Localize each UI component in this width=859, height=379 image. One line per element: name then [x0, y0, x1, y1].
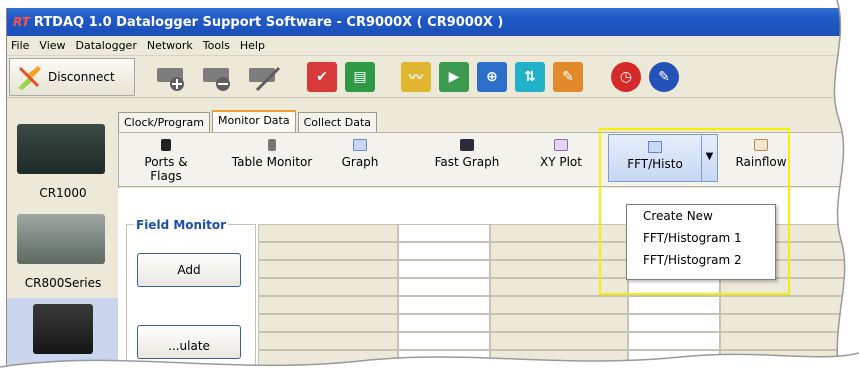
flags-icon [161, 139, 171, 151]
grid-cell[interactable] [720, 350, 858, 368]
grid-row [258, 314, 858, 332]
station-label: CR800Series [24, 276, 102, 290]
check-program-icon[interactable]: ✔ [307, 61, 337, 92]
menu-bar: File View Datalogger Network Tools Help [7, 36, 859, 56]
main-toolbar: Disconnect ✔ ▤ 〰 ▶ ⊕ ⇅ ✎ ◷ ✎ [7, 56, 859, 98]
search-add-icon[interactable]: ⊕ [477, 61, 507, 92]
grid-row [258, 350, 858, 368]
grid-cell[interactable] [398, 278, 490, 296]
grid-cell[interactable] [398, 314, 490, 332]
fast-graph-icon [460, 139, 474, 151]
grid-cell[interactable] [720, 296, 858, 314]
grid-cell[interactable] [258, 260, 398, 278]
run-graph-icon[interactable]: ▶ [439, 61, 469, 92]
xy-plot-icon [554, 139, 568, 151]
grid-cell[interactable] [398, 296, 490, 314]
grid-cell[interactable] [628, 314, 720, 332]
app-logo-icon: RT [13, 15, 30, 29]
grid-cell[interactable] [258, 278, 398, 296]
field-monitor-title: Field Monitor [134, 218, 229, 232]
grid-cell[interactable] [258, 296, 398, 314]
cr800-device-icon [17, 214, 105, 264]
grid-cell[interactable] [258, 332, 398, 350]
edit-tool-icon[interactable]: ✎ [553, 61, 583, 92]
menu-network[interactable]: Network [147, 39, 193, 52]
station-cr9000x[interactable] [7, 298, 118, 379]
station-sidebar: CR1000 CR800Series [7, 118, 119, 379]
cr9000x-device-icon [33, 304, 93, 354]
grid-cell[interactable] [628, 332, 720, 350]
add-station-icon[interactable] [155, 62, 191, 92]
disconnect-label: Disconnect [48, 69, 115, 84]
clock-icon[interactable]: ◷ [611, 61, 641, 92]
graph-view-icon[interactable]: 〰 [401, 61, 431, 92]
menu-view[interactable]: View [39, 39, 65, 52]
grid-cell[interactable] [628, 296, 720, 314]
fast-graph-label: Fast Graph [434, 155, 500, 169]
station-cr1000[interactable]: CR1000 [7, 118, 118, 208]
grid-cell[interactable] [720, 314, 858, 332]
ports-flags-button[interactable]: Ports & Flags [127, 139, 205, 183]
view-tabs: Clock/Program Monitor Data Collect Data [118, 110, 379, 132]
menu-file[interactable]: File [11, 39, 29, 52]
grid-cell[interactable] [398, 350, 490, 368]
grid-cell[interactable] [490, 296, 628, 314]
xy-plot-button[interactable]: XY Plot [531, 139, 591, 169]
menu-item-fft-histogram-2[interactable]: FFT/Histogram 2 [627, 249, 775, 271]
grid-cell[interactable] [490, 314, 628, 332]
tab-collect-data[interactable]: Collect Data [297, 112, 378, 132]
table-monitor-button[interactable]: Table Monitor [227, 139, 317, 169]
station-cr800series[interactable]: CR800Series [7, 208, 118, 298]
add-button[interactable]: Add [137, 253, 241, 287]
grid-cell[interactable] [398, 242, 490, 260]
grid-cell[interactable] [258, 314, 398, 332]
grid-cell[interactable] [720, 332, 858, 350]
ports-flags-label: Ports & Flags [144, 155, 188, 183]
grid-cell[interactable] [490, 350, 628, 368]
grid-cell[interactable] [398, 332, 490, 350]
graph-button[interactable]: Graph [333, 139, 387, 169]
remove-station-icon[interactable] [201, 62, 237, 92]
pen-icon[interactable]: ✎ [649, 61, 679, 92]
fast-graph-button[interactable]: Fast Graph [427, 139, 507, 169]
grid-cell[interactable] [628, 350, 720, 368]
tab-clock-program[interactable]: Clock/Program [118, 112, 211, 132]
table-monitor-label: Table Monitor [231, 155, 313, 169]
grid-cell[interactable] [490, 332, 628, 350]
tab-monitor-data[interactable]: Monitor Data [212, 110, 296, 132]
xy-plot-label: XY Plot [540, 155, 582, 169]
grid-cell[interactable] [258, 350, 398, 368]
menu-datalogger[interactable]: Datalogger [76, 39, 137, 52]
graph-label: Graph [341, 155, 379, 169]
fft-histo-dropdown-menu: Create New FFT/Histogram 1 FFT/Histogram… [626, 204, 776, 280]
disconnect-plug-icon [18, 65, 41, 90]
menu-help[interactable]: Help [240, 39, 265, 52]
cr1000-device-icon [17, 124, 105, 174]
disconnect-button[interactable]: Disconnect [9, 57, 135, 96]
window-title: RTDAQ 1.0 Datalogger Support Software - … [33, 14, 504, 30]
menu-item-fft-histogram-1[interactable]: FFT/Histogram 1 [627, 227, 775, 249]
calculate-button[interactable]: ...ulate [137, 325, 241, 359]
table-icon [268, 139, 276, 151]
network-icon[interactable]: ⇅ [515, 61, 545, 92]
grid-cell[interactable] [398, 224, 490, 242]
menu-item-create-new[interactable]: Create New [627, 205, 775, 227]
grid-row [258, 332, 858, 350]
clipboard-icon[interactable]: ▤ [345, 61, 375, 92]
station-label: CR1000 [39, 186, 87, 200]
grid-row [258, 296, 858, 314]
edit-station-icon[interactable] [247, 62, 283, 92]
menu-tools[interactable]: Tools [203, 39, 230, 52]
grid-cell[interactable] [258, 242, 398, 260]
grid-cell[interactable] [398, 260, 490, 278]
grid-cell[interactable] [258, 224, 398, 242]
title-bar: RT RTDAQ 1.0 Datalogger Support Software… [7, 8, 859, 36]
graph-icon [353, 139, 367, 151]
